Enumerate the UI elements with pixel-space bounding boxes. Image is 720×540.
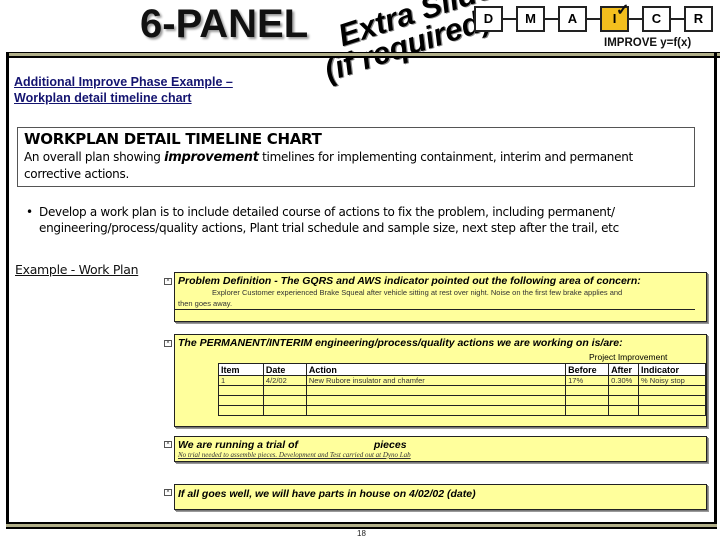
workplan-table: Item Date Action Before After Indicator … bbox=[218, 363, 706, 416]
table-cell bbox=[305, 405, 567, 416]
problem-text: Explorer Customer experienced Brake Sque… bbox=[175, 287, 695, 310]
problem-heading: Problem Definition - The GQRS and AWS in… bbox=[178, 275, 641, 287]
trial-box: We are running a trial of pieces No tria… bbox=[174, 436, 707, 462]
column-header: Date bbox=[262, 363, 307, 376]
page-number: 18 bbox=[357, 529, 366, 538]
table-cell: 1 bbox=[218, 375, 264, 386]
table-cell bbox=[305, 385, 567, 396]
phase-label: IMPROVE y=f(x) bbox=[604, 37, 692, 49]
frame-bottom-border bbox=[6, 522, 717, 529]
definition-emphasis: improvement bbox=[164, 150, 259, 165]
definition-box: WORKPLAN DETAIL TIMELINE CHART An overal… bbox=[17, 127, 695, 187]
subtitle-line-2: Workplan detail timeline chart bbox=[14, 91, 192, 105]
bullet-point: • Develop a work plan is to include deta… bbox=[26, 204, 706, 236]
table-row bbox=[218, 385, 706, 396]
table-row: 1 4/2/02 New Rubore insulator and chamfe… bbox=[218, 375, 706, 386]
dmaic-process-bar: D M A I C R ✓ bbox=[474, 2, 720, 32]
trial-heading: We are running a trial of pieces bbox=[178, 439, 407, 451]
column-header: Item bbox=[218, 363, 264, 376]
table-cell bbox=[218, 385, 264, 396]
frame-right-border bbox=[714, 52, 717, 527]
table-cell bbox=[638, 405, 706, 416]
table-cell bbox=[608, 395, 640, 406]
step-connector bbox=[671, 18, 684, 20]
table-cell bbox=[638, 395, 706, 406]
dmaic-step-recognize: R bbox=[684, 6, 713, 32]
table-cell bbox=[565, 395, 610, 406]
subtitle-line-1: Additional Improve Phase Example – bbox=[14, 75, 233, 89]
project-improvement-label: Project Improvement bbox=[589, 352, 668, 362]
bullet-text: Develop a work plan is to include detail… bbox=[39, 205, 619, 235]
table-cell bbox=[565, 405, 610, 416]
table-cell: % Noisy stop bbox=[638, 375, 706, 386]
table-cell: New Rubore insulator and chamfer bbox=[305, 375, 567, 386]
column-header: Action bbox=[305, 363, 567, 376]
checkbox-icon: × bbox=[164, 441, 172, 448]
checkbox-icon: × bbox=[164, 340, 172, 347]
example-work-plan-link[interactable]: Example - Work Plan bbox=[15, 262, 139, 277]
column-header: Before bbox=[565, 363, 610, 376]
definition-text-start: An overall plan showing bbox=[24, 150, 165, 164]
table-row bbox=[218, 405, 706, 416]
dmaic-step-control: C bbox=[642, 6, 671, 32]
step-connector bbox=[545, 18, 558, 20]
table-cell bbox=[218, 405, 264, 416]
table-row bbox=[218, 395, 706, 406]
checkbox-icon: × bbox=[164, 489, 172, 496]
table-cell bbox=[608, 385, 640, 396]
table-cell bbox=[638, 385, 706, 396]
table-cell bbox=[305, 395, 567, 406]
table-cell bbox=[608, 405, 640, 416]
definition-text: An overall plan showing improvement time… bbox=[24, 149, 688, 182]
table-cell bbox=[218, 395, 264, 406]
dmaic-step-analyze: A bbox=[558, 6, 587, 32]
table-cell: 4/2/02 bbox=[262, 375, 307, 386]
column-header: Indicator bbox=[638, 363, 706, 376]
table-cell bbox=[565, 385, 610, 396]
frame-left-border bbox=[6, 52, 9, 527]
actions-heading: The PERMANENT/INTERIM engineering/proces… bbox=[178, 337, 623, 349]
table-cell bbox=[262, 405, 307, 416]
slide-subtitle: Additional Improve Phase Example – Workp… bbox=[14, 74, 233, 106]
table-cell: 0.30% bbox=[608, 375, 640, 386]
panel-title: 6-PANEL bbox=[140, 2, 309, 46]
step-connector bbox=[587, 18, 600, 20]
parts-heading: If all goes well, we will have parts in … bbox=[178, 488, 476, 500]
checkbox-icon: × bbox=[164, 278, 172, 285]
parts-box: If all goes well, we will have parts in … bbox=[174, 484, 707, 510]
problem-definition-box: Problem Definition - The GQRS and AWS in… bbox=[174, 272, 707, 322]
step-connector bbox=[503, 18, 516, 20]
frame-top-border bbox=[6, 52, 720, 58]
column-header: After bbox=[608, 363, 640, 376]
bullet-icon: • bbox=[26, 205, 33, 219]
dmaic-step-define: D bbox=[474, 6, 503, 32]
trial-text: No trial needed to assemble pieces. Deve… bbox=[178, 451, 411, 459]
step-connector bbox=[629, 18, 642, 20]
table-cell bbox=[262, 385, 307, 396]
checkmark-icon: ✓ bbox=[616, 2, 630, 19]
actions-box: The PERMANENT/INTERIM engineering/proces… bbox=[174, 334, 707, 427]
table-header-row: Item Date Action Before After Indicator bbox=[218, 363, 706, 376]
dmaic-step-measure: M bbox=[516, 6, 545, 32]
table-cell bbox=[262, 395, 307, 406]
table-cell: 17% bbox=[565, 375, 610, 386]
definition-heading: WORKPLAN DETAIL TIMELINE CHART bbox=[24, 130, 322, 148]
